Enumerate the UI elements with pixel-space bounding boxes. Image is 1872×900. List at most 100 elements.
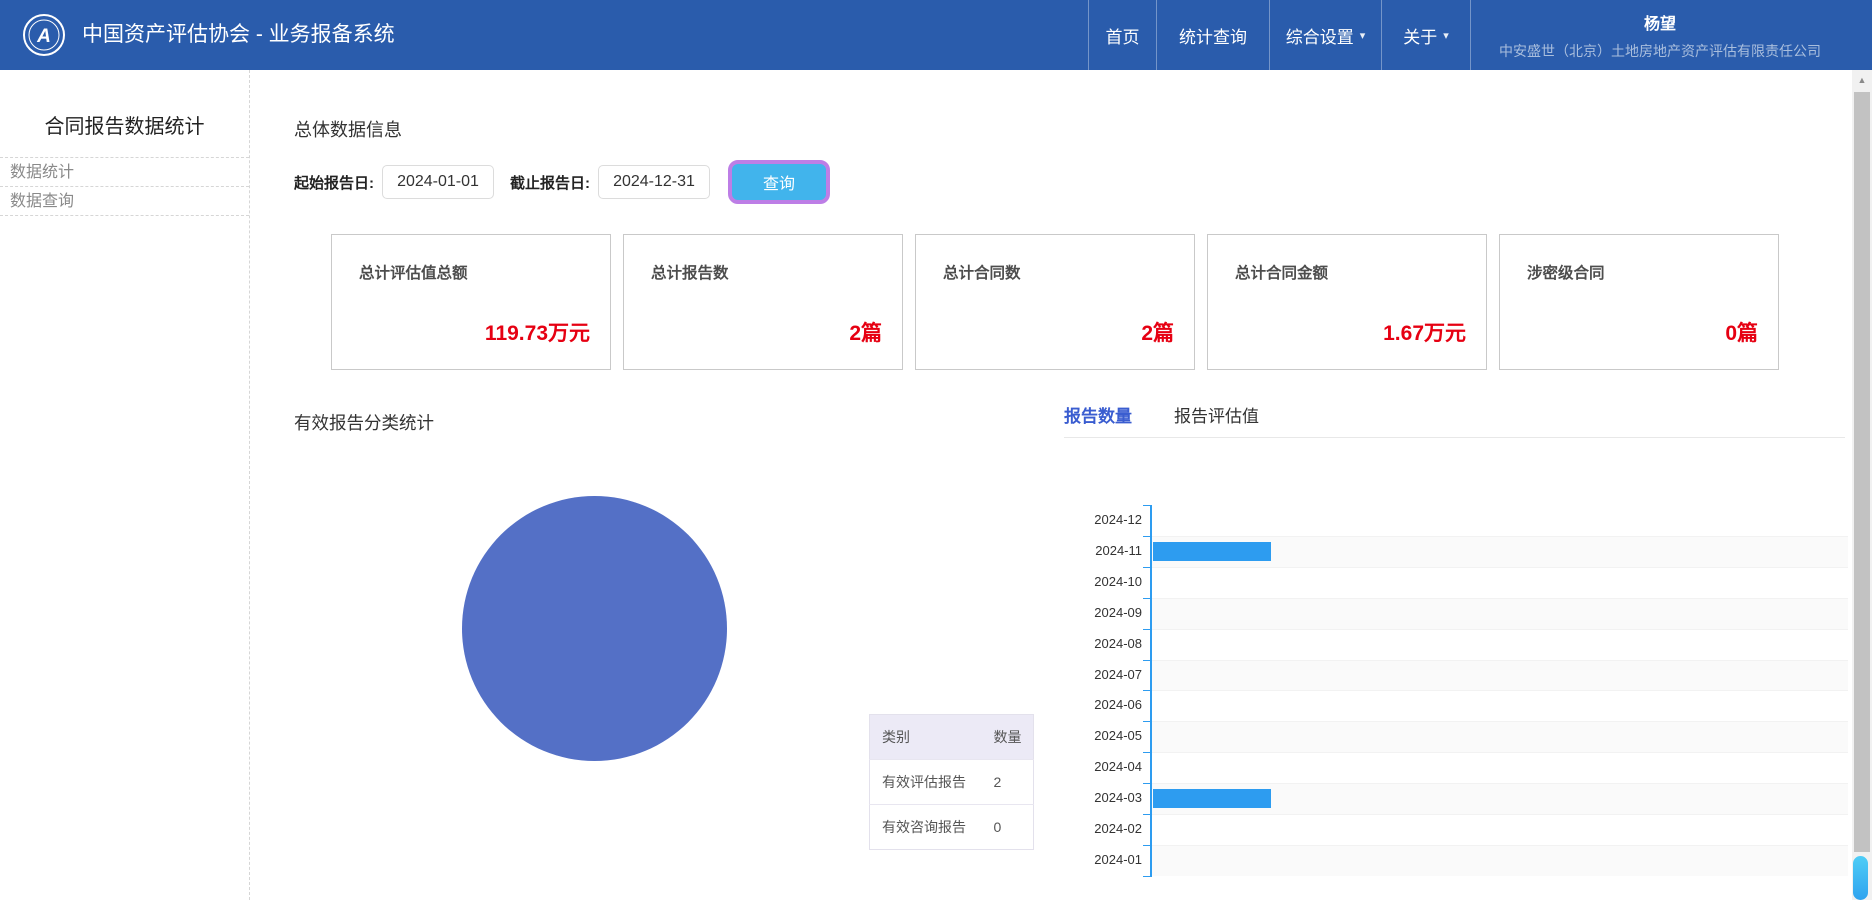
chart-split-line — [1152, 597, 1848, 599]
chart-split-line — [1152, 752, 1848, 754]
end-date-input[interactable] — [598, 165, 710, 199]
start-date-input[interactable] — [382, 165, 494, 199]
y-axis-tick-label: 2024-07 — [1094, 666, 1142, 682]
chart-split-line — [1152, 566, 1848, 568]
y-axis-tick — [1143, 566, 1151, 568]
chart-split-line — [1152, 690, 1848, 692]
main-nav: 首页 统计查询 综合设置 ▾ 关于 ▾ — [1088, 0, 1471, 70]
chart-split-line — [1152, 721, 1848, 723]
stat-card-classified-contracts: 涉密级合同 0篇 — [1499, 234, 1779, 370]
y-axis-tick-label: 2024-03 — [1094, 790, 1142, 806]
stat-card-value: 2篇 — [1141, 322, 1174, 345]
y-axis-tick-label: 2024-12 — [1094, 512, 1142, 527]
y-axis-tick — [1143, 535, 1151, 537]
association-logo-icon: A — [22, 13, 66, 57]
svg-text:A: A — [36, 26, 51, 47]
y-axis-tick — [1143, 783, 1151, 785]
y-axis-tick-label: 2024-04 — [1094, 759, 1142, 775]
sidebar: 合同报告数据统计 数据统计 数据查询 — [0, 70, 250, 900]
y-axis-tick-label: 2024-10 — [1094, 573, 1142, 589]
stat-card-total-contract-amount: 总计合同金额 1.67万元 — [1207, 234, 1487, 370]
y-axis-tick-label: 2024-11 — [1095, 542, 1142, 558]
nav-item-statistics-query[interactable]: 统计查询 — [1156, 0, 1269, 70]
y-axis-tick — [1143, 814, 1151, 815]
scrollbar-up-button[interactable]: ▲ — [1852, 70, 1872, 90]
y-axis-tick-label: 2024-01 — [1094, 851, 1142, 867]
chart-split-line — [1152, 535, 1848, 537]
table-cell-count: 2 — [993, 774, 1002, 790]
y-axis-tick — [1143, 844, 1151, 846]
chart-split-line — [1152, 814, 1848, 815]
stat-card-title: 总计合同数 — [943, 265, 1021, 282]
nav-item-label: 统计查询 — [1179, 27, 1247, 47]
app-title: 中国资产评估协会 - 业务报备系统 — [82, 23, 395, 46]
pie-section-title: 有效报告分类统计 — [294, 413, 434, 433]
y-axis-tick — [1143, 721, 1151, 723]
y-axis-tick-label: 2024-06 — [1094, 697, 1142, 713]
table-row: 有效评估报告 2 — [869, 759, 1034, 805]
chart-split-line — [1152, 659, 1848, 661]
scrollbar-thumb[interactable] — [1854, 92, 1870, 852]
stat-card-total-appraisal-value: 总计评估值总额 119.73万元 — [331, 234, 611, 370]
sidebar-item-data-statistics[interactable]: 数据统计 — [0, 158, 249, 187]
y-axis-tick-label: 2024-02 — [1094, 821, 1142, 836]
user-name: 杨望 — [1643, 16, 1676, 33]
chart-row-stripe — [1152, 659, 1848, 691]
search-button[interactable]: 查询 — [728, 160, 830, 204]
table-cell-category: 有效咨询报告 — [882, 819, 966, 835]
bar-2024-11 — [1153, 541, 1271, 561]
table-header-row: 类别 数量 — [869, 714, 1034, 760]
bar-2024-03 — [1153, 789, 1271, 809]
y-axis-tick-label: 2024-09 — [1094, 604, 1142, 620]
user-info[interactable]: 杨望 中安盛世（北京）土地房地产资产评估有限责任公司 — [1490, 0, 1830, 70]
chart-tabs: 报告数量 报告评估值 — [1064, 402, 1301, 437]
y-axis-tick — [1143, 505, 1151, 506]
chevron-down-icon: ▾ — [1359, 29, 1366, 42]
chart-split-line — [1152, 628, 1848, 630]
nav-item-label: 首页 — [1105, 27, 1140, 47]
y-axis-tick-label: 2024-08 — [1094, 635, 1142, 651]
nav-item-label: 关于 — [1403, 27, 1438, 47]
y-axis-tick — [1143, 597, 1151, 599]
category-table: 类别 数量 有效评估报告 2 有效咨询报告 0 — [869, 714, 1034, 850]
tabs-divider — [1064, 437, 1845, 438]
y-axis-tick-label: 2024-05 — [1094, 728, 1142, 744]
end-date-label: 截止报告日: — [510, 174, 590, 192]
stat-card-title: 涉密级合同 — [1527, 265, 1605, 282]
scroll-bottom-indicator — [1853, 856, 1868, 900]
bar-chart: 2024-12 2024-11 2024-10 2024-09 2024-08 2024-… — [1092, 505, 1850, 879]
pie-chart — [462, 496, 727, 761]
page-title: 总体数据信息 — [294, 120, 402, 140]
y-axis-tick — [1143, 659, 1151, 661]
stat-card-value: 1.67万元 — [1383, 322, 1466, 345]
stat-cards: 总计评估值总额 119.73万元 总计报告数 2篇 总计合同数 2篇 总计合同金… — [331, 234, 1791, 370]
chart-split-line — [1152, 783, 1848, 785]
chart-split-line — [1152, 844, 1848, 846]
tab-report-count[interactable]: 报告数量 — [1064, 402, 1132, 437]
sidebar-title: 合同报告数据统计 — [0, 70, 249, 158]
app-root: A 中国资产评估协会 - 业务报备系统 首页 统计查询 综合设置 ▾ 关于 ▾ … — [0, 0, 1872, 900]
y-axis-tick — [1143, 690, 1151, 692]
tab-report-value[interactable]: 报告评估值 — [1174, 402, 1259, 437]
stat-card-total-reports: 总计报告数 2篇 — [623, 234, 903, 370]
table-row: 有效咨询报告 0 — [869, 804, 1034, 850]
date-filter-bar: 起始报告日: 截止报告日: 查询 — [294, 160, 830, 204]
y-axis-tick — [1143, 875, 1151, 877]
start-date-label: 起始报告日: — [294, 174, 374, 192]
y-axis-tick — [1143, 752, 1151, 754]
stat-card-value: 0篇 — [1725, 322, 1758, 345]
stat-card-value: 2篇 — [849, 322, 882, 345]
stat-card-title: 总计评估值总额 — [359, 265, 468, 282]
nav-item-settings[interactable]: 综合设置 ▾ — [1269, 0, 1381, 70]
nav-item-about[interactable]: 关于 ▾ — [1381, 0, 1471, 70]
nav-item-home[interactable]: 首页 — [1088, 0, 1156, 70]
table-header-count: 数量 — [993, 729, 1022, 745]
y-axis-tick — [1143, 628, 1151, 630]
stat-card-title: 总计合同金额 — [1235, 265, 1329, 282]
table-cell-category: 有效评估报告 — [882, 774, 966, 790]
navbar: A 中国资产评估协会 - 业务报备系统 首页 统计查询 综合设置 ▾ 关于 ▾ … — [0, 0, 1872, 70]
stat-card-value: 119.73万元 — [484, 322, 590, 345]
user-company: 中安盛世（北京）土地房地产资产评估有限责任公司 — [1499, 43, 1821, 59]
stat-card-total-contracts: 总计合同数 2篇 — [915, 234, 1195, 370]
sidebar-item-data-query[interactable]: 数据查询 — [0, 187, 249, 216]
